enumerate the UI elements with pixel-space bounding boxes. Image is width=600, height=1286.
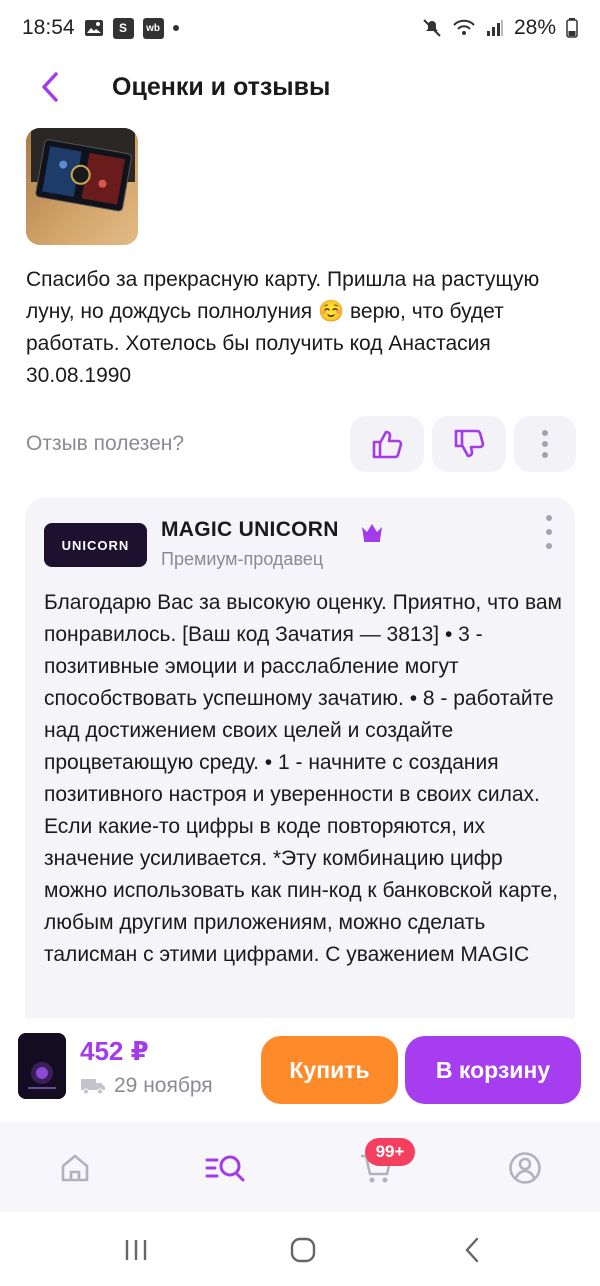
seller-badge: Премиум-продавец: [161, 549, 324, 569]
helpful-label: Отзыв полезен?: [26, 432, 185, 455]
delivery-date: 29 ноября: [114, 1074, 213, 1097]
crown-icon: [362, 524, 382, 542]
more-vertical-icon: [542, 430, 548, 458]
wifi-icon: [453, 19, 475, 35]
seller-logo-text: UNICORN: [61, 537, 130, 553]
profile-icon: [509, 1152, 541, 1184]
thumbs-down-icon: [454, 429, 485, 458]
bottom-nav: 99+: [0, 1122, 600, 1212]
sber-app-icon: S: [112, 17, 134, 39]
status-time: 18:54: [22, 16, 75, 39]
back-button[interactable]: [28, 65, 72, 109]
thumbs-up-icon: [372, 430, 403, 459]
home-icon: [61, 1154, 89, 1182]
nav-home[interactable]: [51, 1144, 99, 1192]
battery-percent: 28%: [513, 16, 556, 39]
home-circle-icon: [290, 1237, 316, 1263]
recent-apps-icon: [125, 1240, 147, 1260]
nav-catalog[interactable]: [202, 1144, 250, 1192]
review-photo[interactable]: [26, 128, 138, 245]
add-to-cart-button[interactable]: В корзину: [405, 1036, 581, 1104]
notification-dot-icon: [172, 25, 179, 31]
recent-apps-button[interactable]: [116, 1230, 156, 1270]
dislike-button[interactable]: [432, 416, 506, 472]
back-arrow-icon: [465, 1237, 479, 1263]
mute-icon: [423, 19, 441, 37]
reply-more-button[interactable]: [539, 515, 559, 549]
header: Оценки и отзывы: [0, 56, 600, 118]
product-thumbnail[interactable]: [18, 1033, 66, 1099]
seller-reply-text: Благодарю Вас за высокую оценку. Приятно…: [44, 591, 562, 966]
page-title: Оценки и отзывы: [112, 72, 331, 101]
delivery-info: 29 ноября: [80, 1074, 213, 1098]
seller-reply-card: UNICORN MAGIC UNICORN Премиум-продавец Б…: [25, 497, 575, 1018]
helpful-row: Отзыв полезен?: [26, 416, 576, 472]
review-text: Спасибо за прекрасную карту. Пришла на р…: [26, 268, 540, 387]
wb-app-icon: wb: [142, 17, 164, 39]
product-price: 452 ₽: [80, 1036, 149, 1066]
catalog-search-icon: [205, 1155, 245, 1182]
signal-icon: [486, 20, 503, 36]
chevron-left-icon: [42, 72, 58, 102]
battery-icon: [566, 18, 578, 38]
truck-icon: [81, 1079, 105, 1095]
like-button[interactable]: [350, 416, 424, 472]
nav-profile[interactable]: [501, 1144, 549, 1192]
system-nav: [0, 1212, 600, 1286]
home-system-button[interactable]: [283, 1230, 323, 1270]
review-more-button[interactable]: [514, 416, 576, 472]
cart-badge: 99+: [365, 1138, 415, 1166]
buy-button[interactable]: Купить: [261, 1036, 398, 1104]
status-bar: 18:54 S wb 28%: [0, 0, 600, 56]
seller-logo[interactable]: UNICORN: [44, 523, 147, 567]
gallery-icon: [84, 20, 103, 36]
seller-name[interactable]: MAGIC UNICORN: [161, 518, 339, 542]
buy-bar: 452 ₽ 29 ноября Купить В корзину: [0, 1018, 600, 1122]
back-system-button[interactable]: [452, 1230, 492, 1270]
more-vertical-icon: [546, 515, 552, 521]
